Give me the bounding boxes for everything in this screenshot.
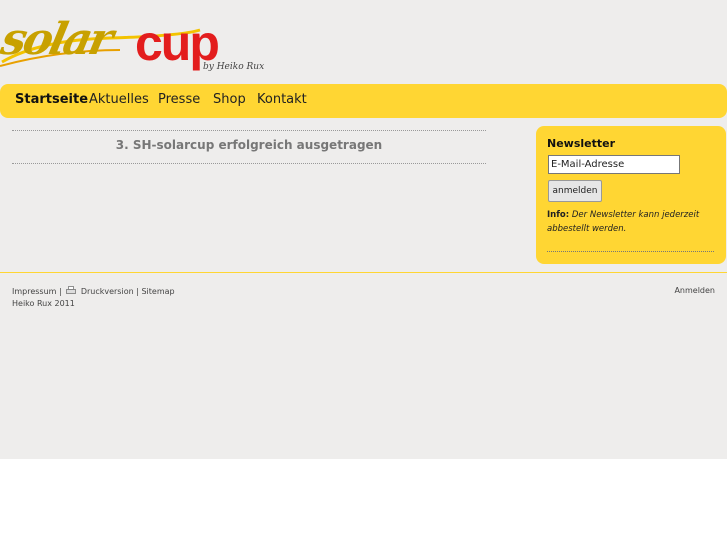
footer-divider [0, 272, 727, 273]
logo-solar-text: solar [0, 14, 115, 65]
page-background: solar cup by Heiko Rux Startseite Aktuel… [0, 0, 727, 459]
main-navigation: Startseite Aktuelles Presse Shop Kontakt [0, 84, 727, 118]
footer-separator: | [136, 287, 139, 296]
nav-item-shop[interactable]: Shop [213, 92, 246, 107]
newsletter-box: Newsletter E-Mail-Adresse anmelden Info:… [536, 126, 726, 264]
druckversion-link[interactable]: Druckversion [81, 287, 134, 296]
site-logo[interactable]: solar cup by Heiko Rux [0, 0, 270, 80]
nav-item-presse[interactable]: Presse [158, 92, 200, 107]
footer-separator: | [59, 287, 62, 296]
nav-item-kontakt[interactable]: Kontakt [257, 92, 307, 107]
headline-bottom-divider [12, 163, 486, 164]
nav-item-aktuelles[interactable]: Aktuelles [89, 92, 149, 107]
printer-icon[interactable] [66, 286, 77, 295]
logo-byline: by Heiko Rux [203, 62, 265, 72]
headline-top-divider [12, 130, 486, 131]
info-text: Der Newsletter kann jederzeit abbestellt… [547, 210, 700, 234]
footer-links: Impressum | Druckversion | Sitemap Heiko… [12, 286, 175, 310]
subscribe-button[interactable]: anmelden [548, 180, 602, 202]
logo-cup-text: cup [135, 15, 220, 71]
info-label: Info: [547, 210, 570, 220]
impressum-link[interactable]: Impressum [12, 287, 56, 296]
article-headline[interactable]: 3. SH-solarcup erfolgreich ausgetragen [12, 138, 486, 152]
email-field[interactable]: E-Mail-Adresse [548, 155, 680, 174]
newsletter-info: Info: Der Newsletter kann jederzeit abbe… [547, 208, 717, 236]
newsletter-divider [547, 251, 714, 252]
newsletter-title: Newsletter [547, 137, 616, 150]
nav-item-startseite[interactable]: Startseite [15, 92, 88, 107]
sitemap-link[interactable]: Sitemap [141, 287, 174, 296]
login-link[interactable]: Anmelden [674, 286, 715, 295]
copyright-text: Heiko Rux 2011 [12, 299, 75, 308]
